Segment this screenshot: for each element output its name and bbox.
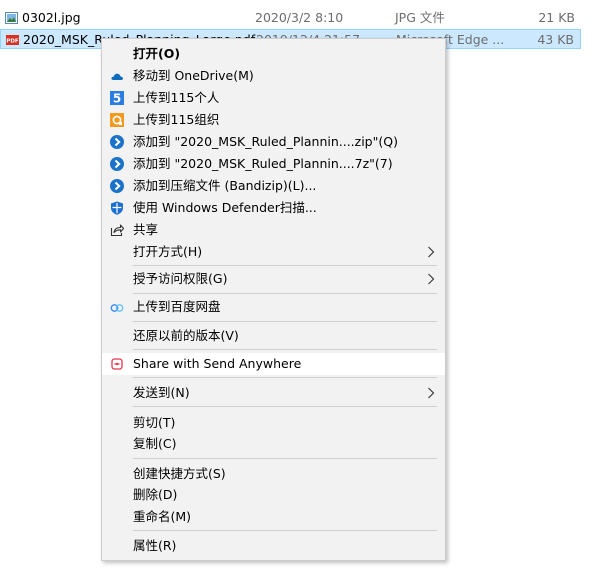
menu-item-label: 打开(O) <box>133 46 181 61</box>
bandizip-icon <box>110 135 124 149</box>
115-personal-icon: 5 <box>110 91 124 105</box>
menu-item-label: 剪切(T) <box>133 415 176 430</box>
share-icon <box>110 224 124 237</box>
baidu-netdisk-icon <box>110 304 124 312</box>
menu-item-onedrive[interactable]: 移动到 OneDrive(M) <box>102 65 445 87</box>
menu-item-copy[interactable]: 复制(C) <box>102 433 445 455</box>
file-row[interactable]: 0302l.jpg 2020/3/2 8:10 JPG 文件 21 KB <box>0 8 581 28</box>
menu-separator <box>133 349 437 350</box>
menu-item-label: 使用 Windows Defender扫描... <box>133 200 317 215</box>
menu-item-label: 打开方式(H) <box>133 244 203 259</box>
menu-item-label: 共享 <box>133 222 159 237</box>
menu-item-bandizip-zip[interactable]: 添加到 "2020_MSK_Ruled_Plannin....zip"(Q) <box>102 131 445 153</box>
file-date: 2020/3/2 8:10 <box>255 10 344 25</box>
menu-separator <box>133 293 437 294</box>
menu-item-properties[interactable]: 属性(R) <box>102 535 445 557</box>
chevron-right-icon <box>428 246 435 258</box>
menu-item-open[interactable]: 打开(O) <box>102 43 445 65</box>
chevron-right-icon <box>428 387 435 399</box>
menu-item-label: 还原以前的版本(V) <box>133 328 239 343</box>
send-anywhere-icon <box>111 358 123 370</box>
menu-item-label: 删除(D) <box>133 487 178 502</box>
onedrive-icon <box>111 73 123 80</box>
file-size: 21 KB <box>538 10 575 25</box>
115-org-icon <box>110 113 124 127</box>
menu-item-cut[interactable]: 剪切(T) <box>102 412 445 434</box>
bandizip-icon <box>110 179 124 193</box>
menu-item-label: 上传到115组织 <box>133 112 220 127</box>
menu-item-restore-versions[interactable]: 还原以前的版本(V) <box>102 325 445 347</box>
menu-separator <box>133 377 437 378</box>
menu-separator <box>133 458 437 459</box>
menu-item-send-anywhere[interactable]: Share with Send Anywhere <box>102 353 445 375</box>
menu-item-open-with[interactable]: 打开方式(H) <box>102 241 445 263</box>
menu-item-label: 移动到 OneDrive(M) <box>133 68 254 83</box>
menu-item-upload-115-org[interactable]: 上传到115组织 <box>102 109 445 131</box>
menu-separator <box>133 321 437 322</box>
menu-item-label: 添加到 "2020_MSK_Ruled_Plannin....7z"(7) <box>133 156 393 171</box>
menu-item-label: 重命名(M) <box>133 509 192 524</box>
menu-item-label: Share with Send Anywhere <box>133 356 302 371</box>
svg-text:PDF: PDF <box>6 39 19 45</box>
menu-item-grant-access[interactable]: 授予访问权限(G) <box>102 268 445 290</box>
menu-separator <box>133 406 437 407</box>
menu-item-label: 上传到115个人 <box>133 90 220 105</box>
svg-text:5: 5 <box>113 92 121 106</box>
file-size: 43 KB <box>537 32 574 47</box>
menu-item-label: 上传到百度网盘 <box>133 299 221 314</box>
bandizip-icon <box>110 157 124 171</box>
context-menu: 打开(O) 移动到 OneDrive(M) 5 上传到115个人 上传到115组… <box>101 38 446 561</box>
menu-item-rename[interactable]: 重命名(M) <box>102 506 445 528</box>
menu-item-label: 创建快捷方式(S) <box>133 466 226 481</box>
menu-item-label: 添加到 "2020_MSK_Ruled_Plannin....zip"(Q) <box>133 134 398 149</box>
menu-separator <box>133 530 437 531</box>
image-file-icon <box>5 12 18 24</box>
file-name: 0302l.jpg <box>22 10 81 25</box>
chevron-right-icon <box>428 273 435 285</box>
menu-separator <box>133 265 437 266</box>
menu-item-label: 发送到(N) <box>133 385 190 400</box>
menu-item-baidu-upload[interactable]: 上传到百度网盘 <box>102 296 445 318</box>
menu-item-send-to[interactable]: 发送到(N) <box>102 382 445 404</box>
file-type: JPG 文件 <box>395 10 445 25</box>
pdf-file-icon: PDF <box>6 35 19 45</box>
menu-item-label: 属性(R) <box>133 538 177 553</box>
menu-item-bandizip-archive[interactable]: 添加到压缩文件 (Bandizip)(L)... <box>102 175 445 197</box>
menu-item-defender-scan[interactable]: 使用 Windows Defender扫描... <box>102 197 445 219</box>
menu-item-label: 授予访问权限(G) <box>133 271 228 286</box>
menu-item-delete[interactable]: 删除(D) <box>102 484 445 506</box>
menu-item-create-shortcut[interactable]: 创建快捷方式(S) <box>102 463 445 485</box>
menu-item-bandizip-7z[interactable]: 添加到 "2020_MSK_Ruled_Plannin....7z"(7) <box>102 153 445 175</box>
menu-item-share[interactable]: 共享 <box>102 219 445 241</box>
menu-item-upload-115-personal[interactable]: 5 上传到115个人 <box>102 87 445 109</box>
defender-shield-icon <box>111 201 123 215</box>
menu-item-label: 添加到压缩文件 (Bandizip)(L)... <box>133 178 317 193</box>
menu-item-label: 复制(C) <box>133 436 177 451</box>
